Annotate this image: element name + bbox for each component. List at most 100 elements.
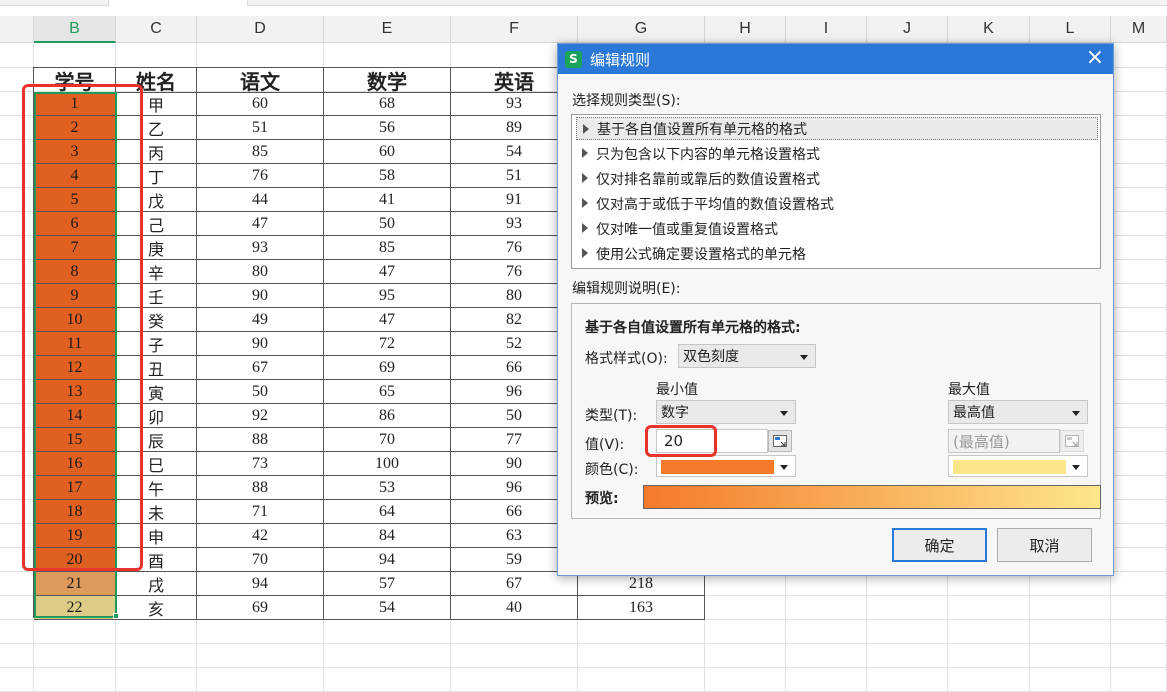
grid-cell[interactable] [116,44,197,68]
id-cell[interactable]: 8 [34,260,116,284]
grid-cell[interactable] [0,668,34,692]
chinese-score-cell[interactable]: 92 [197,404,324,428]
id-cell[interactable]: 4 [34,164,116,188]
column-header-h[interactable]: H [705,16,786,43]
math-score-cell[interactable]: 69 [324,356,451,380]
grid-cell[interactable] [948,644,1030,668]
chinese-score-cell[interactable]: 47 [197,212,324,236]
dialog-titlebar[interactable]: S 编辑规则 × [558,44,1113,74]
name-cell[interactable]: 甲 [116,92,197,116]
grid-cell[interactable] [197,644,324,668]
grid-cell[interactable] [324,44,451,68]
chinese-score-cell[interactable]: 90 [197,332,324,356]
cancel-button[interactable]: 取消 [997,528,1092,562]
math-score-cell[interactable]: 54 [324,596,451,620]
grid-cell[interactable] [324,620,451,644]
chinese-score-cell[interactable]: 50 [197,380,324,404]
chinese-score-cell[interactable]: 80 [197,260,324,284]
grid-cell[interactable] [0,212,34,236]
math-score-cell[interactable]: 95 [324,284,451,308]
grid-cell[interactable] [34,644,116,668]
chinese-score-cell[interactable]: 90 [197,284,324,308]
grid-cell[interactable] [1111,308,1167,332]
grid-cell[interactable] [705,620,786,644]
grid-cell[interactable] [197,44,324,68]
chinese-score-cell[interactable]: 76 [197,164,324,188]
grid-cell[interactable] [705,668,786,692]
chinese-score-cell[interactable]: 88 [197,428,324,452]
grid-cell[interactable] [0,500,34,524]
sheet-tab[interactable] [108,0,248,6]
grid-cell[interactable] [948,668,1030,692]
chinese-score-cell[interactable]: 71 [197,500,324,524]
id-cell[interactable]: 15 [34,428,116,452]
id-cell[interactable]: 9 [34,284,116,308]
name-cell[interactable]: 子 [116,332,197,356]
grid-cell[interactable] [786,644,867,668]
grid-cell[interactable] [1111,644,1167,668]
grid-cell[interactable] [1111,356,1167,380]
id-cell[interactable]: 1 [34,92,116,116]
rule-type-item[interactable]: 只为包含以下内容的单元格设置格式 [576,142,1098,165]
grid-cell[interactable] [1111,236,1167,260]
chinese-score-cell[interactable]: 49 [197,308,324,332]
table-header-cell[interactable]: 语文 [197,68,324,94]
grid-cell[interactable] [578,644,705,668]
chinese-score-cell[interactable]: 73 [197,452,324,476]
math-score-cell[interactable]: 50 [324,212,451,236]
chinese-score-cell[interactable]: 67 [197,356,324,380]
id-cell[interactable]: 21 [34,572,116,596]
name-cell[interactable]: 戌 [116,572,197,596]
grid-cell[interactable] [116,620,197,644]
grid-cell[interactable] [1111,620,1167,644]
table-header-cell[interactable]: 学号 [34,68,116,94]
grid-cell[interactable] [1111,92,1167,116]
grid-cell[interactable] [1111,476,1167,500]
math-score-cell[interactable]: 60 [324,140,451,164]
math-score-cell[interactable]: 84 [324,524,451,548]
grid-cell[interactable] [1111,428,1167,452]
column-header-b[interactable]: B [34,16,116,43]
grid-cell[interactable] [0,548,34,572]
name-cell[interactable]: 申 [116,524,197,548]
name-cell[interactable]: 未 [116,500,197,524]
grid-cell[interactable] [0,644,34,668]
grid-cell[interactable] [0,260,34,284]
grid-cell[interactable] [1111,500,1167,524]
min-type-dropdown[interactable]: 数字 [656,400,796,424]
range-picker-icon[interactable] [1060,430,1084,452]
grid-cell[interactable] [786,668,867,692]
math-score-cell[interactable]: 100 [324,452,451,476]
chinese-score-cell[interactable]: 51 [197,116,324,140]
grid-cell[interactable] [0,308,34,332]
grid-cell[interactable] [1030,668,1111,692]
grid-cell[interactable] [786,596,867,620]
chinese-score-cell[interactable]: 60 [197,92,324,116]
grid-cell[interactable] [1111,164,1167,188]
grid-cell[interactable] [0,620,34,644]
chinese-score-cell[interactable]: 88 [197,476,324,500]
chinese-score-cell[interactable]: 42 [197,524,324,548]
range-picker-icon[interactable] [768,430,792,452]
grid-cell[interactable] [0,572,34,596]
grid-cell[interactable] [0,380,34,404]
grid-cell[interactable] [0,188,34,212]
name-cell[interactable]: 卯 [116,404,197,428]
math-score-cell[interactable]: 64 [324,500,451,524]
min-color-dropdown[interactable] [656,455,796,477]
rule-type-item[interactable]: 仅对唯一值或重复值设置格式 [576,217,1098,240]
id-cell[interactable]: 5 [34,188,116,212]
chinese-score-cell[interactable]: 70 [197,548,324,572]
name-cell[interactable]: 巳 [116,452,197,476]
math-score-cell[interactable]: 47 [324,308,451,332]
grid-cell[interactable] [867,668,948,692]
column-header-l[interactable]: L [1030,16,1111,43]
column-header-g[interactable]: G [578,16,705,43]
grid-cell[interactable] [0,164,34,188]
name-cell[interactable]: 癸 [116,308,197,332]
name-cell[interactable]: 辰 [116,428,197,452]
grid-cell[interactable] [1111,44,1167,68]
grid-cell[interactable] [1030,644,1111,668]
table-header-cell[interactable]: 数学 [324,68,451,94]
math-score-cell[interactable]: 57 [324,572,451,596]
